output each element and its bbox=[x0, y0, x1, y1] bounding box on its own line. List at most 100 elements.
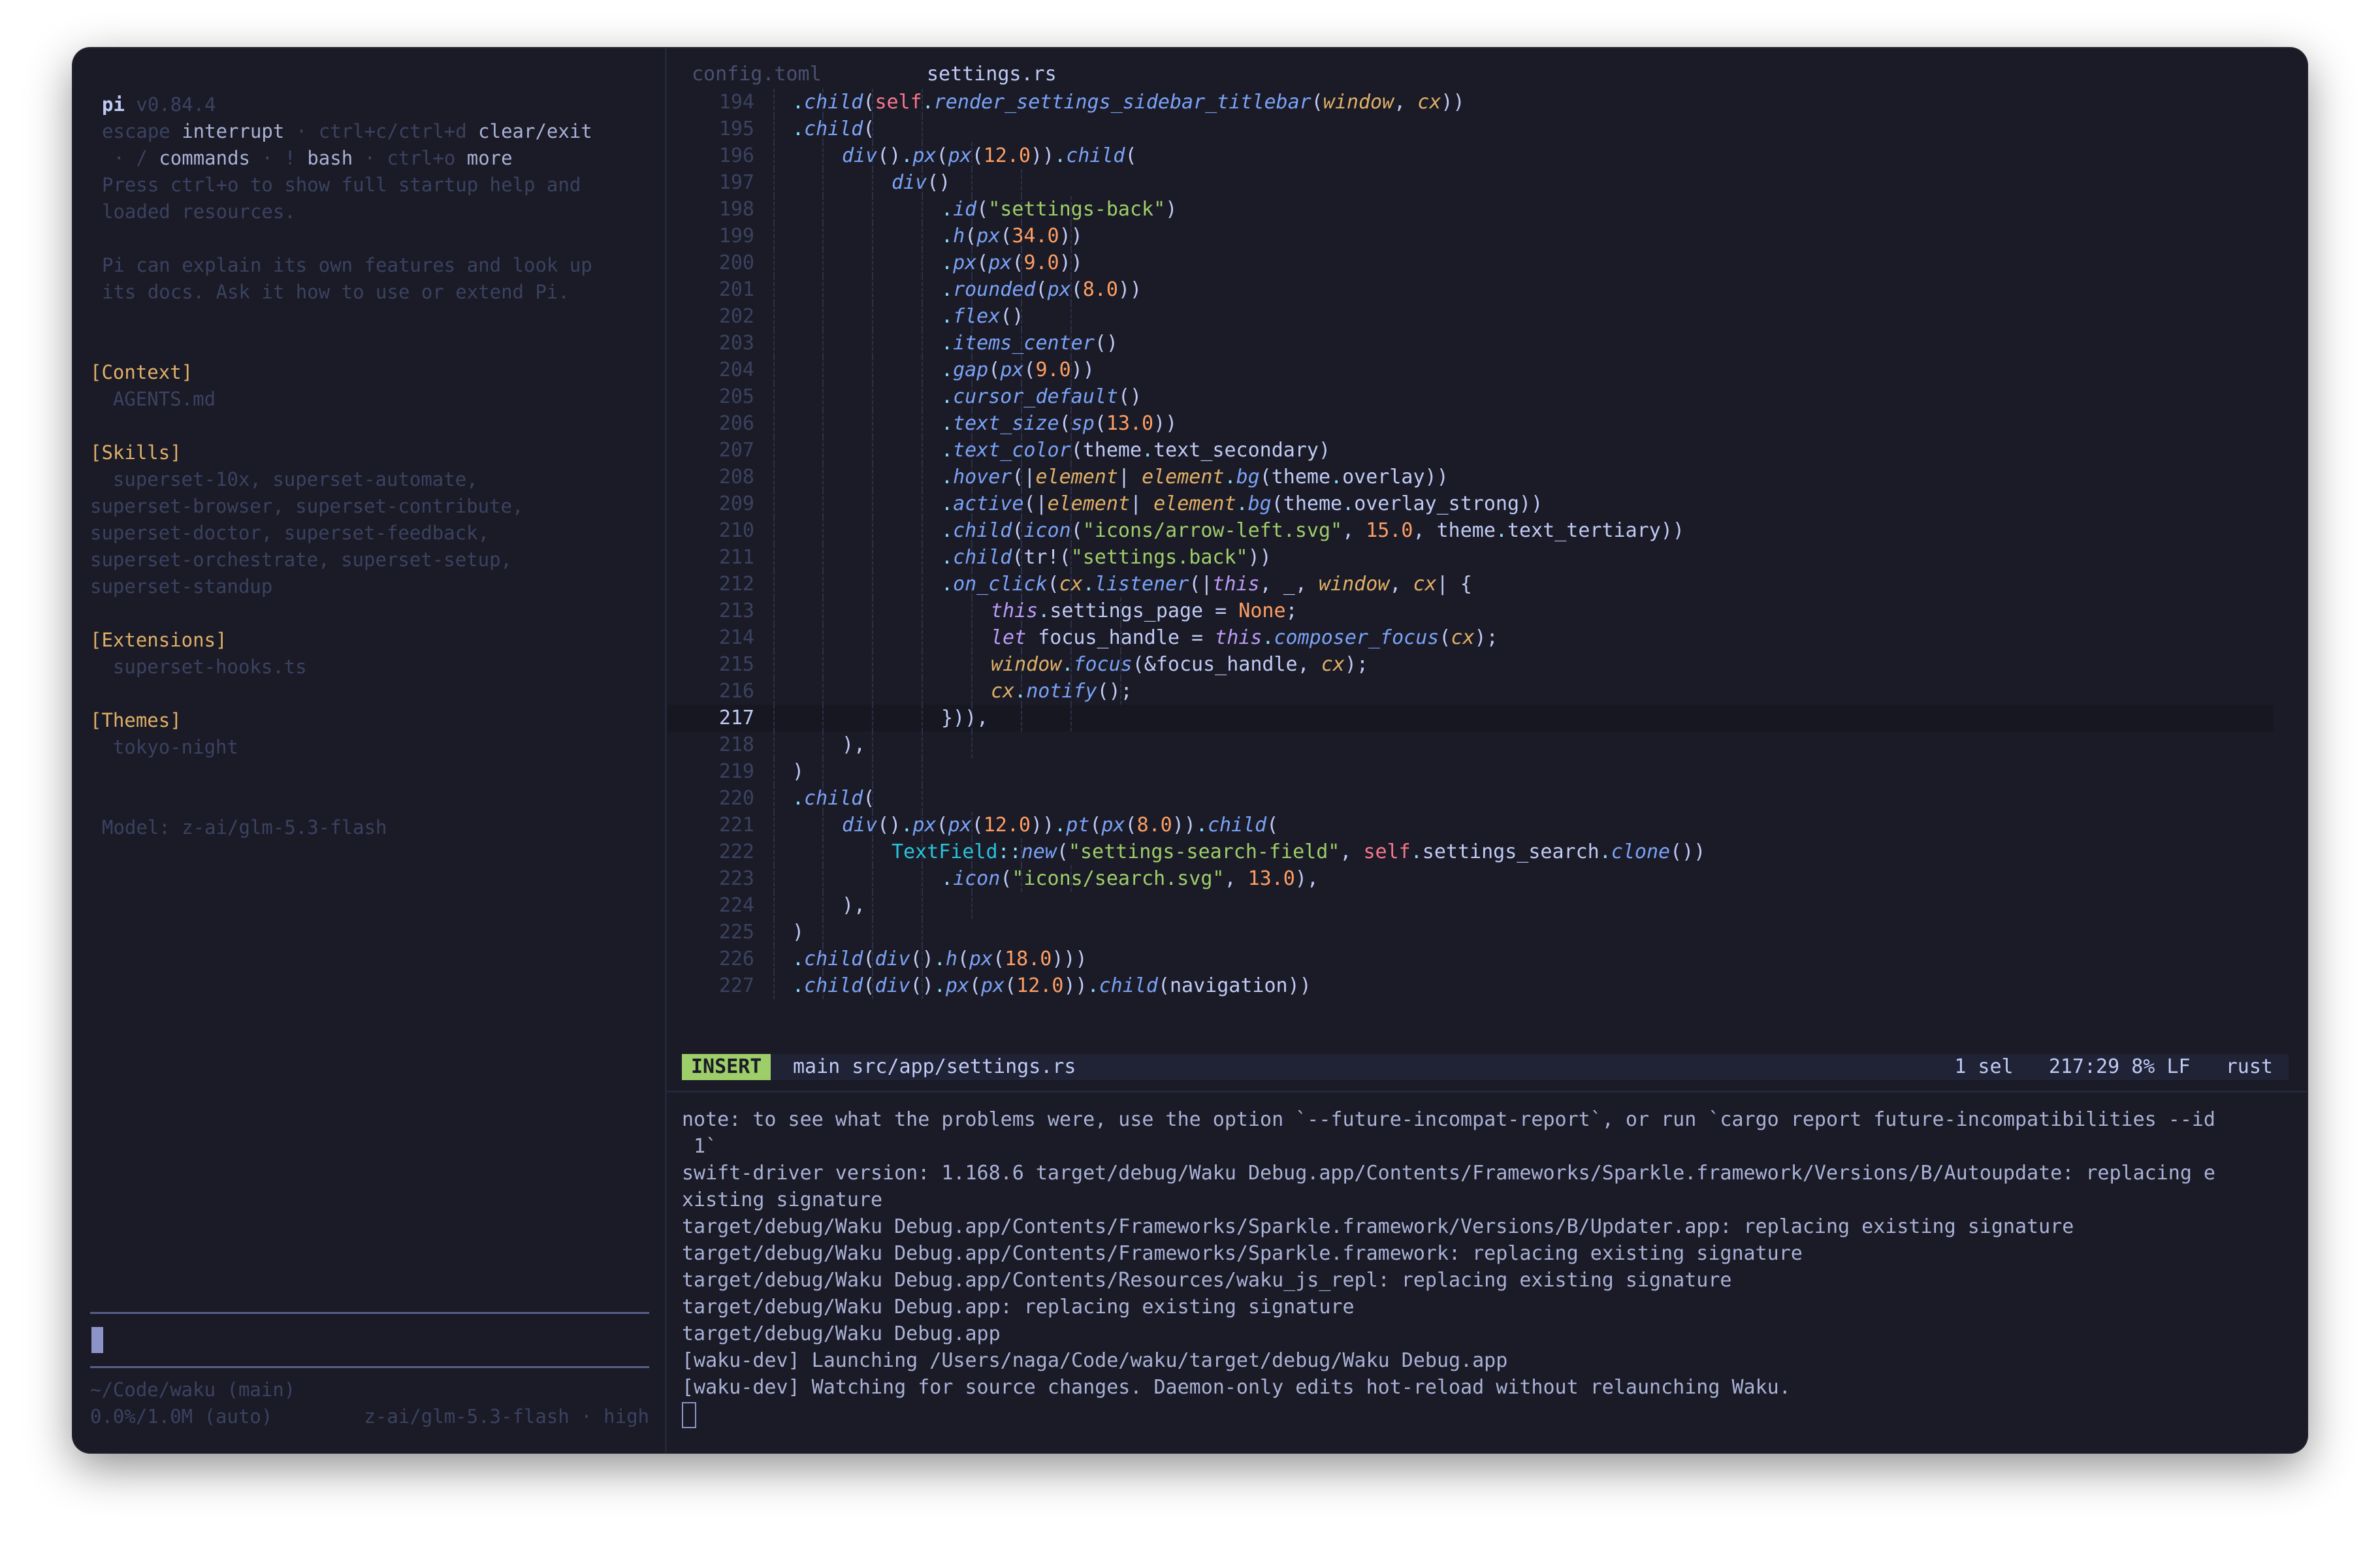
code-line[interactable]: 219) bbox=[667, 758, 2274, 785]
code-token: cursor_default bbox=[953, 385, 1118, 408]
code-line[interactable]: 207 .text_color(theme.text_secondary) bbox=[667, 437, 2274, 464]
code-token: ( bbox=[1047, 573, 1059, 596]
code-token: ))) bbox=[1052, 948, 1087, 970]
code-line[interactable]: 202 .flex() bbox=[667, 303, 2274, 330]
code-token: )) bbox=[1059, 225, 1083, 248]
skills-line: superset-browser, superset-contribute, bbox=[90, 495, 524, 517]
indent-guide bbox=[1070, 303, 1072, 330]
line-number: 219 bbox=[718, 760, 754, 783]
indent-guide bbox=[773, 89, 775, 116]
code-line[interactable]: 199 .h(px(34.0)) bbox=[667, 223, 2274, 249]
code-token: )) bbox=[1031, 144, 1055, 167]
indent-guide bbox=[872, 249, 873, 276]
code-token: pt bbox=[1066, 814, 1090, 837]
code-line[interactable]: 217})), bbox=[667, 705, 2274, 731]
code-text: let focus_handle = this.composer_focus(c… bbox=[991, 624, 1498, 651]
code-text: cx.notify(); bbox=[991, 678, 1133, 705]
tab-config-toml[interactable]: config.toml bbox=[692, 61, 822, 88]
code-line[interactable]: 223 .icon("icons/search.svg", 13.0), bbox=[667, 865, 2274, 892]
code-line[interactable]: 211 .child(tr!("settings.back")) bbox=[667, 544, 2274, 571]
code-line[interactable]: 198 .id("settings-back") bbox=[667, 196, 2274, 223]
code-line[interactable]: 226 .child(div().h(px(18.0))) bbox=[667, 946, 2274, 972]
indent-guide bbox=[922, 223, 923, 249]
indent-guide bbox=[872, 731, 873, 758]
code-line[interactable]: 215 window.focus(&focus_handle, cx); bbox=[667, 651, 2274, 678]
code-line[interactable]: 195 .child( bbox=[667, 116, 2274, 142]
code-text: .text_size(sp(13.0)) bbox=[941, 410, 1177, 437]
code-editor[interactable]: config.toml settings.rs 194 .child(self.r… bbox=[667, 48, 2307, 1064]
terminal-prompt[interactable] bbox=[682, 1401, 2295, 1428]
usage-status: 0.0%/1.0M (auto) bbox=[90, 1405, 273, 1428]
code-token: child bbox=[1066, 144, 1125, 167]
indent-guide bbox=[922, 249, 923, 276]
code-token: div bbox=[892, 171, 927, 194]
terminal-cursor[interactable] bbox=[682, 1401, 696, 1428]
code-token: (| bbox=[1189, 573, 1213, 596]
code-line[interactable]: 203 .items_center() bbox=[667, 330, 2274, 357]
code-token: . bbox=[941, 867, 954, 890]
code-token: )) bbox=[1063, 974, 1087, 997]
indent-guide bbox=[822, 517, 824, 544]
terminal-output[interactable]: note: to see what the problems were, use… bbox=[682, 1106, 2295, 1428]
code-line[interactable]: 206 .text_size(sp(13.0)) bbox=[667, 410, 2274, 437]
code-line[interactable]: 213 this.settings_page = None; bbox=[667, 598, 2274, 624]
help-line-1: escape interrupt · ctrl+c/ctrl+d clear/e… bbox=[102, 120, 592, 142]
code-line[interactable]: 210 .child(icon("icons/arrow-left.svg", 1… bbox=[667, 517, 2274, 544]
code-token: 9.0 bbox=[1035, 359, 1071, 381]
code-token: ); bbox=[1474, 626, 1498, 649]
prompt-cursor[interactable] bbox=[91, 1327, 103, 1353]
code-line[interactable]: 222 TextField::new("settings-search-field… bbox=[667, 838, 2274, 865]
code-line[interactable]: 212 .on_click(cx.listener(|this, _, windo… bbox=[667, 571, 2274, 598]
code-line[interactable]: 204 .gap(px(9.0)) bbox=[667, 357, 2274, 383]
code-line[interactable]: 216 cx.notify(); bbox=[667, 678, 2274, 705]
indent-guide bbox=[822, 758, 824, 785]
code-line[interactable]: 209 .active(|element| element.bg(theme.ov… bbox=[667, 490, 2274, 517]
line-number: 223 bbox=[718, 867, 754, 890]
terminal-window: pi v0.84.4 escape interrupt · ctrl+c/ctr… bbox=[73, 48, 2307, 1452]
code-line[interactable]: 197 div() bbox=[667, 169, 2274, 196]
code-token: ( bbox=[1035, 278, 1048, 301]
code-token: ( bbox=[1056, 840, 1069, 863]
code-token: . bbox=[941, 251, 954, 274]
code-line[interactable]: 225) bbox=[667, 919, 2274, 946]
code-line[interactable]: 201 .rounded(px(8.0)) bbox=[667, 276, 2274, 303]
code-line[interactable]: 196 div().px(px(12.0)).child( bbox=[667, 142, 2274, 169]
code-line[interactable]: 208 .hover(|element| element.bg(theme.ove… bbox=[667, 464, 2274, 490]
indent-guide bbox=[822, 678, 824, 705]
code-token: text_size bbox=[953, 412, 1059, 435]
indent-guide bbox=[872, 571, 873, 598]
indent-guide bbox=[922, 678, 923, 705]
code-token: cx bbox=[1321, 653, 1345, 676]
tab-settings-rs[interactable]: settings.rs bbox=[927, 61, 1057, 88]
code-line[interactable]: 221 div().px(px(12.0)).pt(px(8.0)).child( bbox=[667, 812, 2274, 838]
code-line[interactable]: 218), bbox=[667, 731, 2274, 758]
code-token: ( bbox=[976, 251, 989, 274]
code-text: .text_color(theme.text_secondary) bbox=[941, 437, 1330, 464]
code-line[interactable]: 220 .child( bbox=[667, 785, 2274, 812]
code-token: h bbox=[953, 225, 965, 248]
code-token: 18.0 bbox=[1005, 948, 1052, 970]
code-line[interactable]: 224), bbox=[667, 892, 2274, 919]
indent-guide bbox=[922, 571, 923, 598]
code-line[interactable]: 200 .px(px(9.0)) bbox=[667, 249, 2274, 276]
model-status: z-ai/glm-5.3-flash · high bbox=[364, 1405, 650, 1428]
code-line[interactable]: 205 .cursor_default() bbox=[667, 383, 2274, 410]
mode-indicator: INSERT bbox=[682, 1054, 771, 1080]
indent-guide bbox=[773, 785, 775, 812]
code-token: . bbox=[1262, 626, 1274, 649]
indent-guide bbox=[822, 544, 824, 571]
code-token: () bbox=[877, 814, 901, 837]
indent-guide bbox=[922, 785, 923, 812]
indent-guide bbox=[773, 892, 775, 919]
code-line[interactable]: 227 .child(div().px(px(12.0)).child(navig… bbox=[667, 972, 2274, 999]
code-token: . bbox=[941, 278, 954, 301]
indent-guide bbox=[773, 598, 775, 624]
code-line[interactable]: 214 let focus_handle = this.composer_focu… bbox=[667, 624, 2274, 651]
code-token: , bbox=[1389, 573, 1413, 596]
code-token: focus bbox=[1073, 653, 1133, 676]
code-line[interactable]: 194 .child(self.render_settings_sidebar_t… bbox=[667, 89, 2274, 116]
code-token: "icons/arrow-left.svg" bbox=[1082, 519, 1343, 542]
indent-guide bbox=[773, 517, 775, 544]
indent-guide bbox=[872, 303, 873, 330]
indent-guide bbox=[922, 383, 923, 410]
